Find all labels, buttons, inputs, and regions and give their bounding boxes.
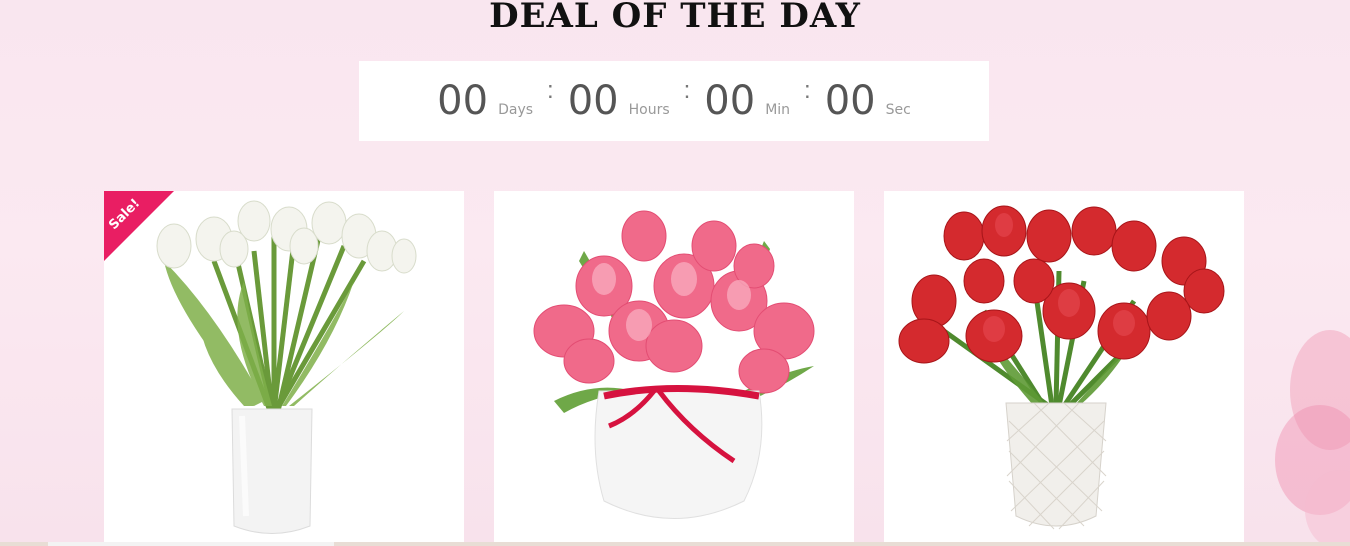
countdown-separator: : xyxy=(683,77,691,104)
sale-badge: Sale! xyxy=(104,191,174,261)
product-card[interactable]: Sale! xyxy=(104,191,464,546)
minutes-label: Min xyxy=(765,102,791,118)
product-card[interactable] xyxy=(884,191,1244,546)
countdown-separator: : xyxy=(547,77,554,104)
bottom-divider-segment xyxy=(48,542,334,546)
countdown-days: 00 Days xyxy=(437,78,533,124)
seconds-label: Sec xyxy=(885,102,911,118)
bottom-divider xyxy=(0,542,1350,546)
countdown-hours: 00 Hours xyxy=(568,78,670,124)
pink-tulips-vase-image[interactable] xyxy=(494,191,854,546)
product-card[interactable] xyxy=(494,191,854,546)
countdown-minutes: 00 Min xyxy=(704,78,790,124)
days-label: Days xyxy=(498,102,534,118)
red-tulips-vase-image[interactable] xyxy=(884,191,1244,546)
hours-label: Hours xyxy=(628,102,670,118)
days-value: 00 xyxy=(437,78,489,124)
hours-value: 00 xyxy=(567,78,619,124)
minutes-value: 00 xyxy=(704,78,756,124)
decorative-petals-image xyxy=(1275,330,1350,546)
seconds-value: 00 xyxy=(824,78,876,124)
countdown-timer: 00 Days : 00 Hours : 00 Min : 00 Sec xyxy=(359,61,989,141)
countdown-seconds: 00 Sec xyxy=(825,78,911,124)
section-title: DEAL OF THE DAY xyxy=(489,0,861,36)
countdown-separator: : xyxy=(804,77,811,104)
